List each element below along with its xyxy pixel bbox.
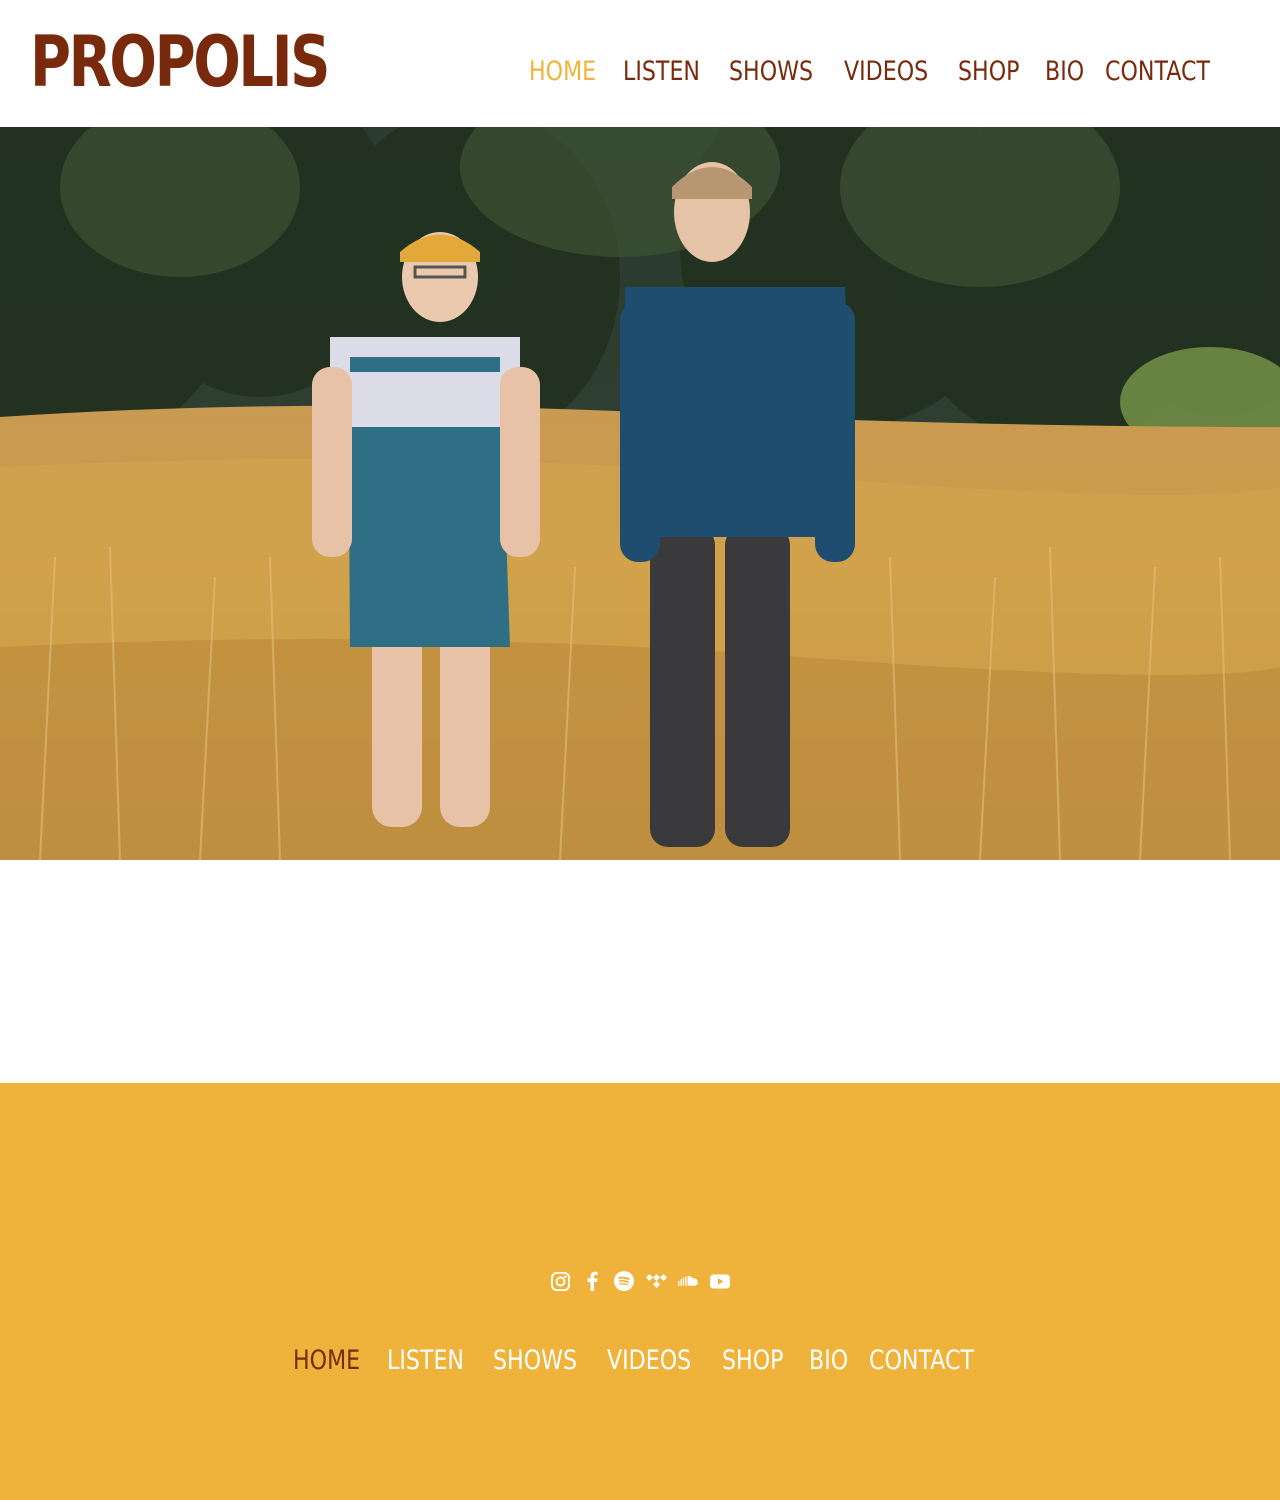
footer-nav-shop[interactable]: SHOP — [722, 1341, 783, 1381]
footer-nav-shows[interactable]: SHOWS — [493, 1341, 577, 1381]
nav-listen[interactable]: LISTEN — [623, 52, 700, 92]
footer-nav-contact[interactable]: CONTACT — [869, 1341, 974, 1381]
social-links — [0, 1269, 1280, 1293]
nav-contact[interactable]: CONTACT — [1105, 52, 1210, 92]
footer-nav-bio[interactable]: BIO — [809, 1341, 848, 1381]
youtube-icon[interactable] — [710, 1269, 731, 1293]
footer-nav-videos[interactable]: VIDEOS — [607, 1341, 691, 1381]
nav-shows[interactable]: SHOWS — [729, 52, 813, 92]
site-logo[interactable]: PROPOLIS — [30, 22, 330, 102]
site-header: PROPOLIS HOME LISTEN SHOWS VIDEOS SHOP B… — [0, 0, 1280, 127]
nav-bio[interactable]: BIO — [1045, 52, 1084, 92]
soundcloud-icon[interactable] — [677, 1269, 699, 1293]
top-nav: HOME LISTEN SHOWS VIDEOS SHOP BIO CONTAC… — [529, 52, 1223, 92]
nav-videos[interactable]: VIDEOS — [844, 52, 928, 92]
nav-home[interactable]: HOME — [529, 52, 596, 92]
footer-nav-listen[interactable]: LISTEN — [387, 1341, 464, 1381]
hero-photo — [0, 127, 1280, 860]
facebook-icon[interactable] — [582, 1269, 603, 1293]
tidal-icon[interactable] — [645, 1269, 667, 1293]
nav-shop[interactable]: SHOP — [958, 52, 1019, 92]
site-footer: HOME LISTEN SHOWS VIDEOS SHOP BIO CONTAC… — [0, 1083, 1280, 1500]
hero-image — [0, 127, 1280, 860]
footer-nav-home[interactable]: HOME — [293, 1341, 360, 1381]
spotify-icon[interactable] — [614, 1269, 635, 1293]
footer-nav: HOME LISTEN SHOWS VIDEOS SHOP BIO CONTAC… — [0, 1341, 1280, 1381]
instagram-icon[interactable] — [550, 1269, 571, 1293]
